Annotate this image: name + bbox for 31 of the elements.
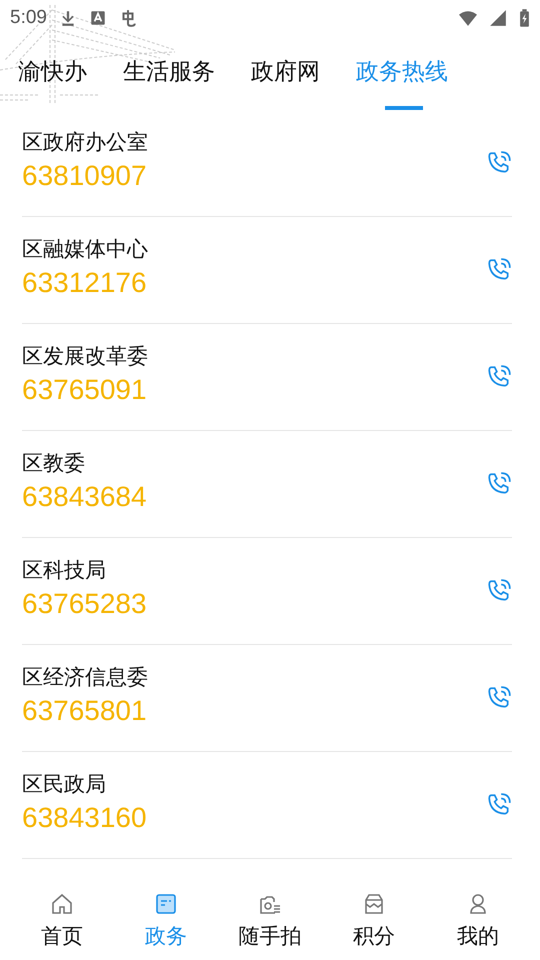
department-name: 区科技局 <box>22 557 107 584</box>
shop-icon <box>362 892 386 916</box>
nav-item[interactable]: 政务 <box>126 882 206 960</box>
department-name: 区政府办公室 <box>22 129 149 156</box>
department-name: 区经济信息委 <box>22 664 149 691</box>
phone-number[interactable]: 63312176 <box>22 267 486 299</box>
department-name: 区教委 <box>22 450 86 477</box>
tab[interactable]: 政府网 <box>251 56 320 110</box>
phone-number[interactable]: 63765283 <box>22 588 486 620</box>
department-name: 区融媒体中心 <box>22 236 149 263</box>
document-icon <box>154 892 178 916</box>
home-icon <box>50 892 74 916</box>
nav-item[interactable]: 首页 <box>22 882 102 960</box>
signal-icon <box>489 9 507 27</box>
status-time: 5:09 <box>10 7 47 29</box>
phone-number[interactable]: 63810907 <box>22 160 486 192</box>
wifi-icon <box>459 9 477 27</box>
phone-number[interactable]: 63843160 <box>22 802 486 834</box>
battery-icon <box>519 9 530 27</box>
tab[interactable]: 渝快办 <box>18 56 87 110</box>
phone-number[interactable]: 63765091 <box>22 374 486 406</box>
nav-item[interactable]: 随手拍 <box>230 882 310 960</box>
phone-number[interactable]: 63765801 <box>22 695 486 727</box>
tab[interactable]: 生活服务 <box>123 56 215 110</box>
nav-item[interactable]: 积分 <box>334 882 414 960</box>
nav-item[interactable]: 我的 <box>438 882 518 960</box>
a-letter-icon <box>88 9 107 27</box>
tab[interactable]: 政务热线 <box>356 56 448 110</box>
department-name: 区发展改革委 <box>22 343 149 370</box>
phone-number[interactable]: 63843684 <box>22 481 486 513</box>
department-name: 区民政局 <box>22 771 107 798</box>
